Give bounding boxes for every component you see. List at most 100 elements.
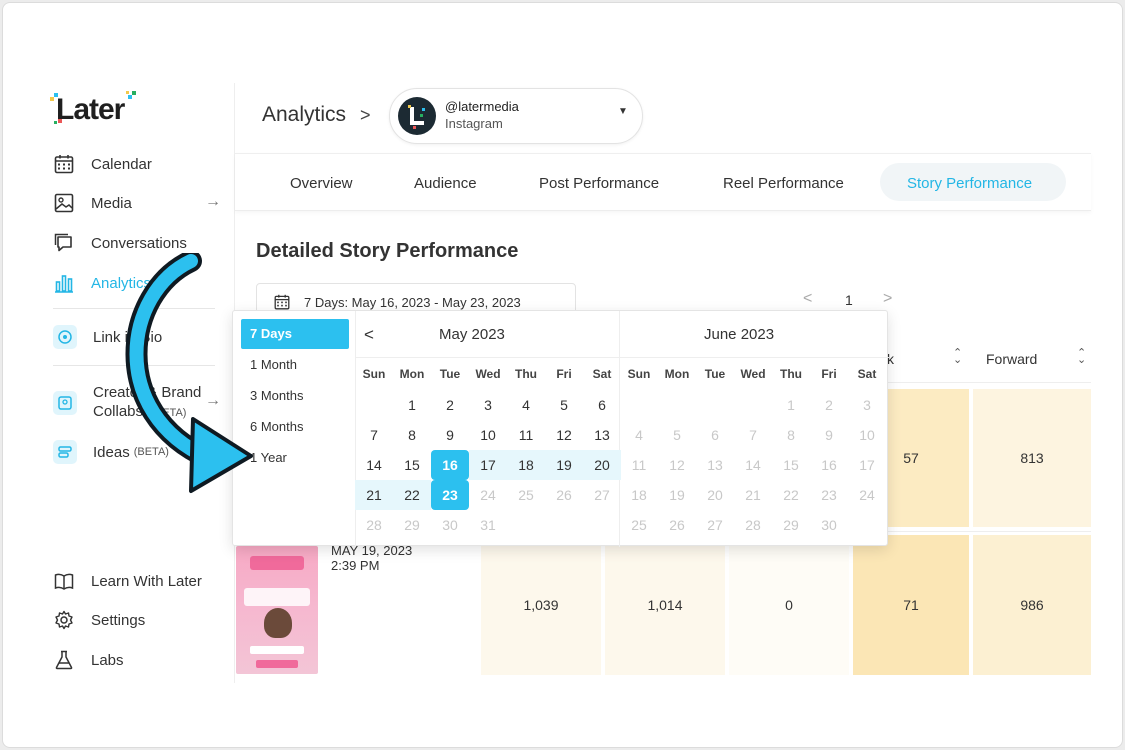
breadcrumb-chevron-icon: > xyxy=(360,105,371,125)
sidebar-item-label-line2: Collabs xyxy=(93,403,144,420)
date-preset-7-days[interactable]: 7 Days xyxy=(241,319,349,349)
story-thumbnail[interactable] xyxy=(236,546,318,674)
sidebar-item-label: Creator & Brand xyxy=(93,384,202,401)
date-preset-6-months[interactable]: 6 Months xyxy=(241,412,349,442)
calendar-day: 18 xyxy=(631,487,647,503)
calendar-day[interactable]: 18 xyxy=(507,450,545,480)
calendar-day[interactable]: 17 xyxy=(469,450,507,480)
calendar-day[interactable]: 11 xyxy=(507,420,545,450)
table-cell: 1,039 xyxy=(523,597,559,613)
sidebar-item-conversations[interactable]: Conversations xyxy=(53,231,187,255)
calendar-day[interactable]: 9 xyxy=(431,420,469,450)
calendar-day[interactable]: 1 xyxy=(393,390,431,420)
day-of-week-label: Sat xyxy=(592,367,612,381)
sort-icon[interactable]: ⌃ ⌄ xyxy=(953,348,962,366)
table-cell: 71 xyxy=(903,597,919,613)
calendar-day: 30 xyxy=(442,517,458,533)
calendar-day[interactable]: 22 xyxy=(393,480,431,510)
prev-month-icon[interactable]: < xyxy=(364,325,374,345)
calendar-day[interactable]: 3 xyxy=(469,390,507,420)
sidebar-item-label: Settings xyxy=(91,611,146,629)
calendar-day: 27 xyxy=(594,487,610,503)
day-of-week-label: Mon xyxy=(664,367,690,381)
ideas-icon xyxy=(53,440,77,464)
calendar-day[interactable]: 13 xyxy=(583,420,621,450)
calendar-day[interactable]: 7 xyxy=(355,420,393,450)
date-range-label: 7 Days: May 16, 2023 - May 23, 2023 xyxy=(304,295,521,310)
app-frame: Later Calendar Media → Conversations Ana… xyxy=(2,2,1123,748)
calendar-day: 16 xyxy=(821,457,837,473)
calendar-day: 26 xyxy=(556,487,572,503)
calendar-day: 26 xyxy=(669,517,685,533)
calendar-day[interactable]: 12 xyxy=(545,420,583,450)
calendar-day: 14 xyxy=(745,457,761,473)
sort-icon[interactable]: ⌃ ⌄ xyxy=(1077,348,1086,366)
pagination-prev-icon[interactable]: < xyxy=(803,290,812,308)
calendar-day: 9 xyxy=(825,427,833,443)
calendar-day[interactable]: 20 xyxy=(583,450,621,480)
calendar-day[interactable]: 15 xyxy=(393,450,431,480)
analytics-tabs: Overview Audience Post Performance Reel … xyxy=(235,153,1091,211)
tab-reel-performance[interactable]: Reel Performance xyxy=(723,175,844,192)
tab-post-performance[interactable]: Post Performance xyxy=(539,175,659,192)
day-of-week-label: Fri xyxy=(821,367,837,381)
collabs-icon xyxy=(53,391,77,415)
calendar-day[interactable]: 10 xyxy=(469,420,507,450)
calendar-day[interactable]: 4 xyxy=(507,390,545,420)
calendar-day[interactable]: 8 xyxy=(393,420,431,450)
post-date-time: 2:39 PM xyxy=(331,558,380,573)
pagination-next-icon[interactable]: > xyxy=(883,290,892,308)
sidebar-divider xyxy=(53,308,215,309)
gear-icon xyxy=(53,609,75,631)
account-switcher[interactable]: @latermedia Instagram ▼ xyxy=(389,88,643,144)
calendar-day: 2 xyxy=(825,397,833,413)
calendar-day[interactable]: 21 xyxy=(355,480,393,510)
calendar-day: 25 xyxy=(518,487,534,503)
calendar-day: 8 xyxy=(787,427,795,443)
date-preset-1-month[interactable]: 1 Month xyxy=(241,350,349,380)
sidebar-item-analytics[interactable]: Analytics xyxy=(53,271,151,295)
calendar-day: 31 xyxy=(480,517,496,533)
sidebar-item-media[interactable]: Media xyxy=(53,191,132,215)
column-header-partial[interactable]: k xyxy=(887,351,894,367)
calendar-day: 19 xyxy=(669,487,685,503)
tab-audience[interactable]: Audience xyxy=(414,175,477,192)
sidebar-item-collabs[interactable]: Creator & Brand Collabs (BETA) xyxy=(53,383,201,423)
calendar-day: 15 xyxy=(783,457,799,473)
sidebar-item-labs[interactable]: Labs xyxy=(53,648,124,672)
calendar-day[interactable]: 6 xyxy=(583,390,621,420)
calendar-day: 3 xyxy=(863,397,871,413)
sidebar-item-learn[interactable]: Learn With Later xyxy=(53,569,202,593)
calendar-day[interactable]: 14 xyxy=(355,450,393,480)
calendar-day[interactable]: 23 xyxy=(431,480,469,510)
calendar-day[interactable]: 16 xyxy=(431,450,469,480)
sidebar-item-ideas[interactable]: Ideas (BETA) xyxy=(53,440,169,464)
calendar-day: 30 xyxy=(821,517,837,533)
calendar-day: 23 xyxy=(821,487,837,503)
month-title-june: June 2023 xyxy=(704,326,775,343)
later-logo[interactable]: Later xyxy=(50,91,136,127)
avatar xyxy=(398,97,436,135)
calendar-day[interactable]: 5 xyxy=(545,390,583,420)
column-header-forward[interactable]: Forward xyxy=(986,351,1037,367)
media-expand-arrow-icon[interactable]: → xyxy=(205,193,221,211)
calendar-day: 25 xyxy=(631,517,647,533)
sidebar-item-link-in-bio[interactable]: Link in Bio xyxy=(53,325,162,349)
calendar-day: 28 xyxy=(366,517,382,533)
tab-story-performance[interactable]: Story Performance xyxy=(907,175,1032,192)
collabs-expand-arrow-icon[interactable]: → xyxy=(205,392,221,410)
calendar-day: 1 xyxy=(787,397,795,413)
sidebar-item-calendar[interactable]: Calendar xyxy=(53,152,152,176)
date-preset-3-months[interactable]: 3 Months xyxy=(241,381,349,411)
calendar-day: 29 xyxy=(783,517,799,533)
day-of-week-label: Sat xyxy=(857,367,877,381)
calendar-day: 28 xyxy=(745,517,761,533)
sidebar-item-label: Analytics xyxy=(91,274,152,292)
calendar-day[interactable]: 19 xyxy=(545,450,583,480)
calendar-day: 5 xyxy=(673,427,681,443)
tab-overview[interactable]: Overview xyxy=(290,175,353,192)
chat-icon xyxy=(53,232,75,254)
date-preset-1-year[interactable]: 1 Year xyxy=(241,443,349,473)
sidebar-item-settings[interactable]: Settings xyxy=(53,608,145,632)
calendar-day[interactable]: 2 xyxy=(431,390,469,420)
